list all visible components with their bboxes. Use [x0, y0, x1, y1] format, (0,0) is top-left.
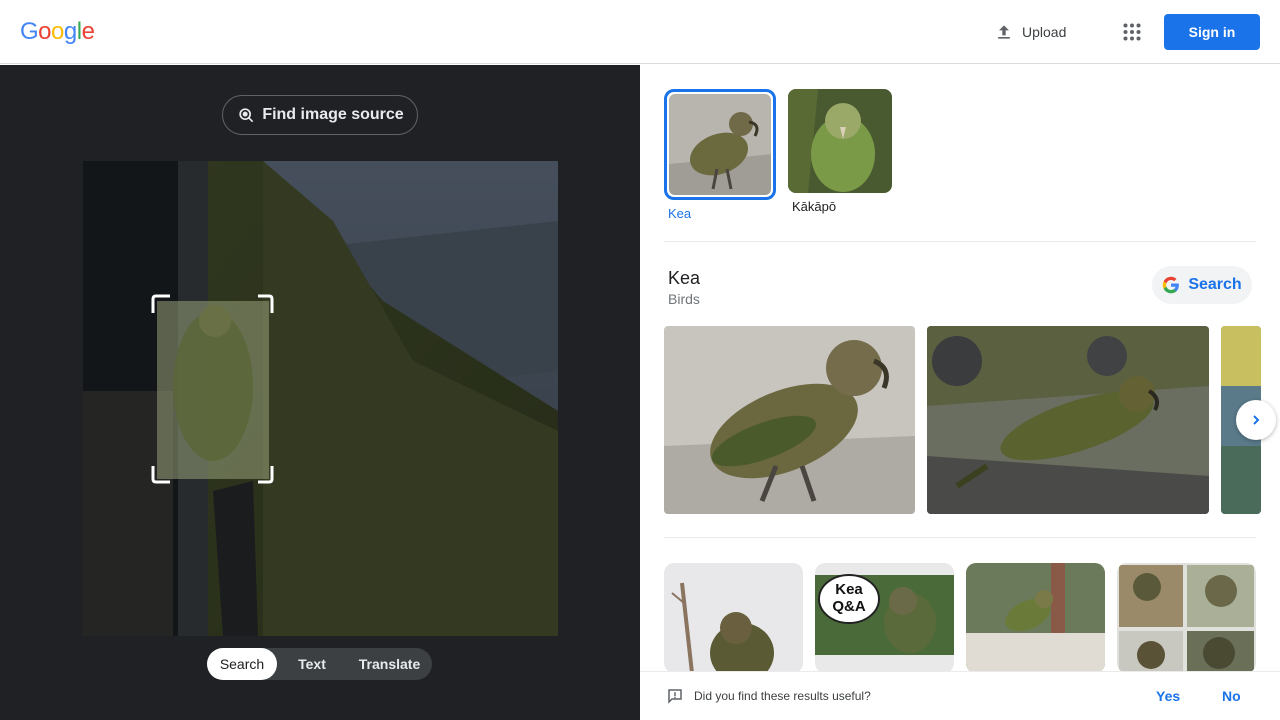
upload-button[interactable]: Upload [986, 16, 1074, 48]
feedback-question: Did you find these results useful? [694, 689, 871, 703]
sign-in-button[interactable]: Sign in [1164, 14, 1260, 50]
carousel-next-button[interactable] [1236, 400, 1276, 440]
chip-thumbnail [664, 89, 776, 200]
logo-letter: e [81, 18, 95, 45]
result-image[interactable] [966, 563, 1105, 673]
logo-letter: o [38, 18, 52, 45]
google-logo[interactable]: Google [20, 18, 95, 46]
divider [664, 241, 1256, 242]
chevron-right-icon [1253, 415, 1260, 425]
results-panel: Kea Kākāpō Kea Birds Search Kea Q&A Did … [640, 65, 1280, 720]
chip-thumbnail [788, 89, 892, 193]
entity-search-label: Search [1188, 276, 1242, 293]
divider [664, 537, 1256, 538]
apps-button[interactable] [1116, 16, 1148, 48]
logo-letter: g [63, 18, 77, 45]
google-g-icon [1163, 276, 1180, 294]
query-image[interactable] [83, 161, 558, 636]
bubble-line: Kea [835, 581, 863, 598]
upload-label: Upload [1022, 24, 1067, 40]
feedback-yes-button[interactable]: Yes [1156, 688, 1180, 704]
bubble-line: Q&A [832, 598, 866, 615]
tab-text[interactable]: Text [277, 648, 347, 680]
entity-subtitle: Birds [668, 291, 700, 307]
find-image-source-button[interactable]: Find image source [222, 95, 418, 135]
carousel-image[interactable] [664, 326, 915, 514]
feedback-bar: Did you find these results useful? Yes N… [640, 671, 1280, 720]
result-image[interactable] [664, 563, 803, 673]
carousel-image[interactable] [927, 326, 1209, 514]
entity-title: Kea [668, 268, 701, 288]
chip-label: Kākāpō [792, 199, 837, 214]
result-image[interactable] [1117, 563, 1256, 673]
chip-label: Kea [668, 206, 692, 221]
logo-letter: o [51, 18, 64, 45]
lens-search-icon [239, 108, 254, 123]
feedback-no-button[interactable]: No [1222, 688, 1241, 704]
apps-grid-icon [1123, 23, 1141, 41]
logo-letter: G [20, 18, 39, 45]
top-bar: Google Upload Sign in [0, 0, 1280, 64]
upload-icon [998, 25, 1010, 39]
speech-bubble-text: Kea Q&A [832, 581, 866, 615]
find-image-source-label: Find image source [262, 106, 404, 123]
chip-kea[interactable]: Kea [664, 89, 776, 221]
tab-translate[interactable]: Translate [347, 648, 432, 680]
query-image-panel: Find image source Search Text Translate [0, 65, 640, 720]
lens-mode-tabs: Search Text Translate [207, 648, 432, 680]
entity-search-button[interactable]: Search [1152, 266, 1252, 304]
feedback-icon [668, 689, 682, 704]
chip-kakapo[interactable]: Kākāpō [788, 89, 900, 214]
tab-search[interactable]: Search [207, 648, 277, 680]
result-image[interactable]: Kea Q&A [815, 563, 954, 673]
